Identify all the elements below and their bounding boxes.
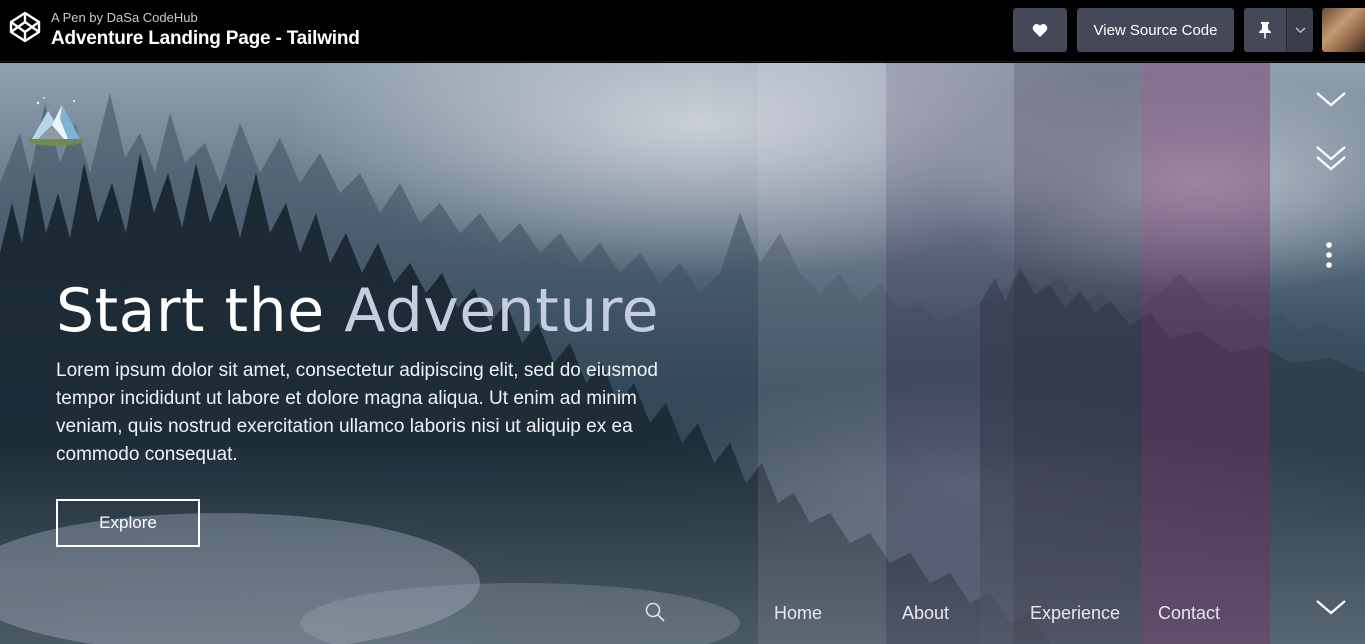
headline-accent: Adventure bbox=[344, 276, 660, 346]
headline-part1: Start the bbox=[56, 276, 325, 346]
codepen-topbar: A Pen by DaSa CodeHub Adventure Landing … bbox=[0, 0, 1365, 62]
heart-icon bbox=[1032, 23, 1048, 37]
explore-button[interactable]: Explore bbox=[56, 499, 200, 547]
nav-column-about bbox=[886, 63, 1014, 644]
nav-column-home bbox=[758, 63, 886, 644]
pin-icon bbox=[1259, 22, 1271, 39]
hero-section: Start the Adventure Lorem ipsum dolor si… bbox=[0, 63, 1365, 644]
mountain-logo-icon[interactable] bbox=[24, 95, 88, 153]
nav-link-about[interactable]: About bbox=[902, 603, 949, 624]
user-avatar[interactable] bbox=[1322, 8, 1365, 52]
heart-button[interactable] bbox=[1013, 8, 1067, 52]
codepen-logo-icon[interactable] bbox=[8, 10, 42, 44]
nav-column-experience bbox=[1014, 63, 1142, 644]
pin-dropdown-button[interactable] bbox=[1286, 8, 1313, 52]
nav-link-contact[interactable]: Contact bbox=[1158, 603, 1220, 624]
nav-link-home[interactable]: Home bbox=[774, 603, 822, 624]
double-chevron-down-icon[interactable] bbox=[1314, 143, 1348, 173]
pin-button[interactable] bbox=[1244, 8, 1286, 52]
view-source-button[interactable]: View Source Code bbox=[1077, 8, 1234, 52]
hero-lead-text: Lorem ipsum dolor sit amet, consectetur … bbox=[56, 360, 658, 465]
nav-link-experience[interactable]: Experience bbox=[1030, 603, 1120, 624]
chevron-down-icon bbox=[1294, 27, 1306, 34]
chevron-down-icon[interactable] bbox=[1314, 597, 1348, 617]
hero-headline: Start the Adventure bbox=[56, 276, 659, 346]
chevron-down-icon[interactable] bbox=[1314, 89, 1348, 109]
pen-author[interactable]: A Pen by DaSa CodeHub bbox=[51, 10, 198, 25]
nav-column-contact bbox=[1142, 63, 1270, 644]
search-icon[interactable] bbox=[644, 601, 666, 623]
more-vertical-icon[interactable] bbox=[1314, 241, 1348, 269]
pen-title: Adventure Landing Page - Tailwind bbox=[51, 28, 360, 49]
